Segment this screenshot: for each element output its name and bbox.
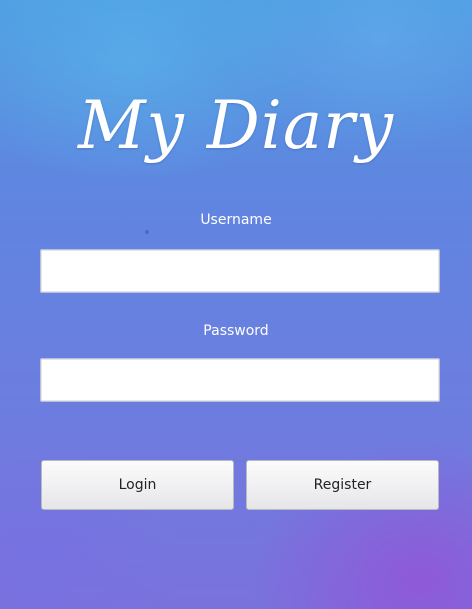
password-input[interactable] — [40, 358, 440, 402]
password-label: Password — [203, 323, 269, 339]
username-label: Username — [200, 212, 272, 228]
login-button[interactable]: Login — [41, 460, 234, 510]
register-button[interactable]: Register — [246, 460, 439, 510]
username-input[interactable] — [40, 249, 440, 293]
app-title: My Diary — [77, 87, 395, 164]
login-window: My Diary Username Password Login Registe… — [0, 0, 472, 609]
background-speck — [145, 230, 149, 234]
